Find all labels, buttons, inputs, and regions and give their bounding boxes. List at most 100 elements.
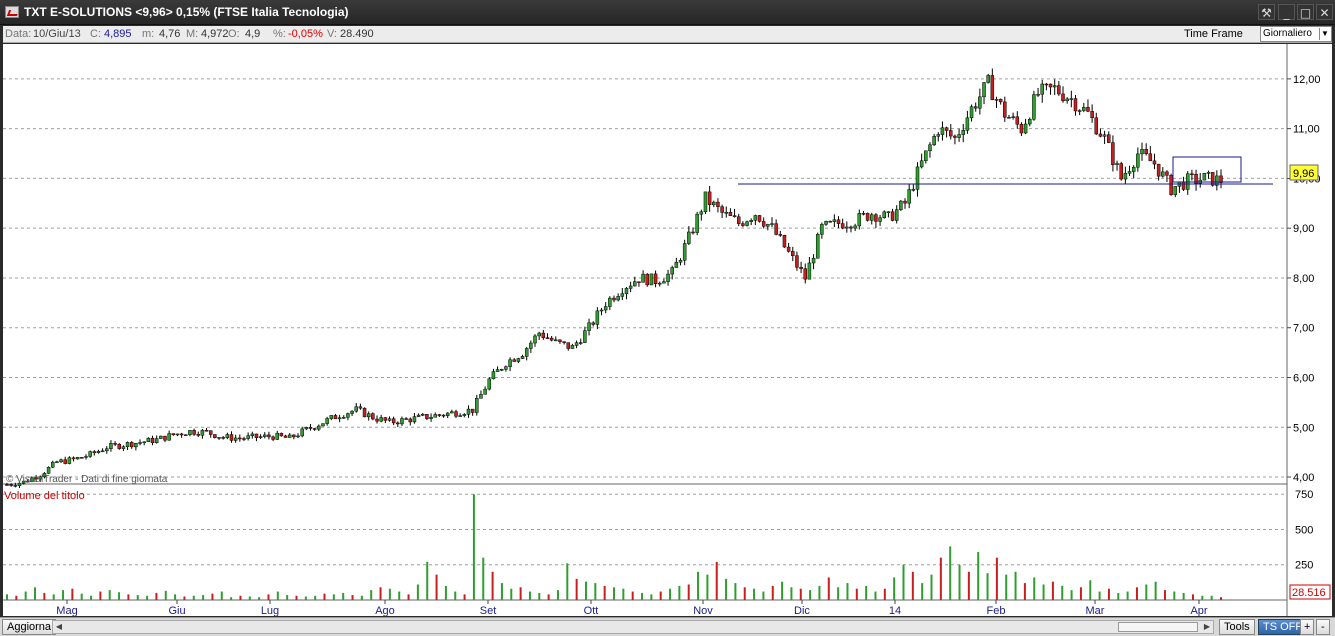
volume-tick-label: 250 xyxy=(1295,560,1313,572)
candle-body xyxy=(1210,172,1215,186)
close-button[interactable]: ✕ xyxy=(1316,4,1333,20)
candle-body xyxy=(105,448,109,452)
candle-body xyxy=(832,219,837,222)
candle-body xyxy=(466,408,471,415)
candle-body xyxy=(479,394,483,399)
candle-body xyxy=(100,450,105,453)
scroll-thumb[interactable] xyxy=(1118,622,1198,632)
candle-body xyxy=(674,261,679,268)
minimize-button[interactable]: _ xyxy=(1278,4,1295,20)
candle-body xyxy=(973,106,978,109)
candle-body xyxy=(283,435,288,438)
candle-body xyxy=(757,215,762,222)
candle-body xyxy=(225,434,230,438)
candle-body xyxy=(845,226,849,229)
volume-value: 28.490 xyxy=(340,28,374,40)
candle-body xyxy=(1190,173,1194,176)
candle-body xyxy=(882,211,886,218)
x-tick-label: Nov xyxy=(693,605,713,616)
candle-body xyxy=(1090,111,1094,119)
candle-body xyxy=(749,220,753,223)
candle-body xyxy=(1052,85,1057,88)
candle-body xyxy=(312,428,317,430)
candle-body xyxy=(666,273,670,282)
candle-body xyxy=(911,189,916,191)
candle-body xyxy=(874,214,878,222)
candle-body xyxy=(441,414,446,417)
price-tick-label: 11,00 xyxy=(1293,124,1320,136)
zoom-out-button[interactable]: - xyxy=(1316,619,1330,635)
chart-area[interactable]: 4,005,006,007,008,009,0010,0011,0012,00 … xyxy=(3,44,1332,617)
candle-body xyxy=(117,443,122,449)
candle-body xyxy=(886,211,891,213)
x-tick-label: 14 xyxy=(889,605,901,616)
volume-bars xyxy=(6,494,1222,600)
price-ticks: 4,005,006,007,008,009,0010,0011,0012,00 xyxy=(1287,74,1321,484)
candle-body xyxy=(154,438,159,444)
candle-body xyxy=(595,310,600,325)
candle-body xyxy=(778,234,783,236)
candle-body xyxy=(716,201,720,207)
horizontal-scrollbar[interactable]: ◀ ▶ xyxy=(52,620,1214,634)
min-label: m: xyxy=(142,28,155,40)
candle-body xyxy=(545,337,550,339)
candle-body xyxy=(50,461,55,468)
candle-body xyxy=(179,433,184,436)
candle-body xyxy=(1003,101,1007,118)
candle-body xyxy=(192,430,196,435)
candle-body xyxy=(188,430,192,436)
zoom-in-button[interactable]: + xyxy=(1300,619,1315,635)
candle-body xyxy=(699,211,704,215)
candle-body xyxy=(541,332,546,338)
candle-body xyxy=(121,446,126,449)
maximize-button[interactable]: □ xyxy=(1297,4,1314,20)
candle-body xyxy=(703,191,708,213)
candle-body xyxy=(475,398,479,413)
refresh-button[interactable]: Aggiorna xyxy=(2,619,57,635)
candle-body xyxy=(628,285,633,289)
candle-body xyxy=(554,339,558,342)
candle-body xyxy=(786,246,791,252)
candle-body xyxy=(1140,148,1144,155)
candle-body xyxy=(1148,153,1153,162)
candle-body xyxy=(88,451,92,457)
candle-body xyxy=(134,442,138,448)
candle-body xyxy=(321,423,325,427)
price-volume-chart[interactable]: 4,005,006,007,008,009,0010,0011,0012,00 … xyxy=(3,44,1332,617)
candle-body xyxy=(1161,171,1165,177)
timeframe-select[interactable]: Giornaliero ▼ xyxy=(1260,26,1332,42)
candle-body xyxy=(1015,116,1020,125)
min-value: 4,76 xyxy=(159,28,181,40)
candle-body xyxy=(433,414,437,418)
candle-body xyxy=(217,437,221,439)
candle-body xyxy=(824,221,828,225)
candle-body xyxy=(936,134,941,137)
candle-body xyxy=(566,342,571,349)
candle-body xyxy=(184,434,188,437)
tools-icon[interactable]: ⚒ xyxy=(1258,4,1275,20)
candle-body xyxy=(732,215,737,218)
candle-body xyxy=(1036,93,1040,96)
scroll-right-icon[interactable]: ▶ xyxy=(1201,621,1213,633)
candle-body xyxy=(1152,160,1157,165)
candle-body xyxy=(412,416,417,423)
candle-body xyxy=(741,223,745,226)
pct-value: -0,05% xyxy=(288,28,323,40)
dropdown-arrow-icon[interactable]: ▼ xyxy=(1319,28,1330,40)
candle-body xyxy=(1028,119,1032,125)
candle-body xyxy=(907,189,911,204)
candle-body xyxy=(657,282,662,285)
candle-body xyxy=(1007,117,1011,119)
scroll-left-icon[interactable]: ◀ xyxy=(53,621,65,633)
close-value: 4,895 xyxy=(104,28,132,40)
candle-body xyxy=(375,418,379,422)
candle-body xyxy=(308,427,313,429)
candle-body xyxy=(578,342,583,344)
candle-body xyxy=(250,433,255,436)
candle-body xyxy=(13,485,18,487)
candle-body xyxy=(919,160,924,168)
candle-body xyxy=(275,432,279,440)
candle-body xyxy=(242,438,246,440)
candle-body xyxy=(957,134,961,138)
tools-button[interactable]: Tools xyxy=(1219,619,1255,635)
